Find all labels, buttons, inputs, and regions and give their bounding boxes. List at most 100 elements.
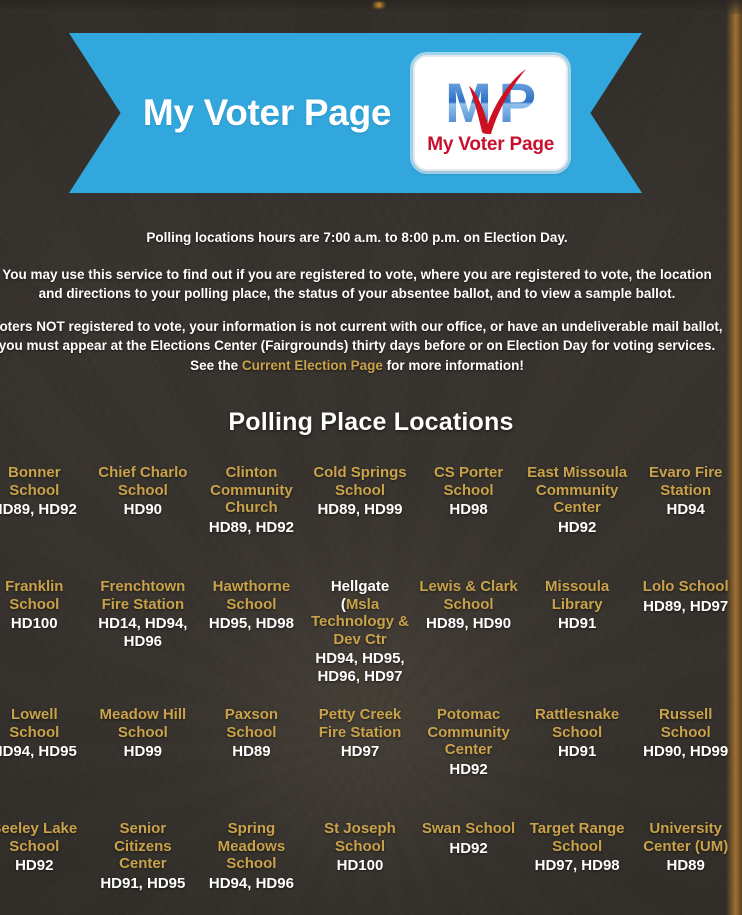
polling-place-link[interactable]: East Missoula Community Center	[527, 464, 628, 517]
polling-place-cell: Lolo School HD89, HD97	[633, 574, 738, 692]
polling-place-link[interactable]: Senior Citizens Center	[93, 820, 194, 873]
polling-place-link[interactable]: Frenchtown Fire Station	[93, 578, 194, 613]
polling-place-link[interactable]: Meadow Hill School	[93, 706, 194, 741]
mvp-logo-subtitle: My Voter Page	[427, 133, 555, 155]
polling-place-link[interactable]: Evaro Fire Station	[635, 464, 736, 499]
polling-place-heading: Polling Place Locations	[228, 408, 514, 436]
polling-place-link[interactable]: Target Range School	[527, 820, 628, 855]
polling-place-districts: HD92	[557, 518, 597, 536]
polling-place-cell: Paxson School HD89	[199, 702, 304, 806]
polling-place-cell: Missoula Library HD91	[525, 574, 630, 692]
polling-place-link[interactable]: Chief Charlo School	[93, 464, 194, 499]
polling-place-link[interactable]: Lewis & Clark School	[418, 578, 519, 613]
polling-place-link[interactable]: Paxson School	[201, 706, 302, 741]
polling-place-link[interactable]: Russell School	[635, 706, 736, 741]
polling-place-districts: HD89	[666, 857, 705, 875]
page-root: My Voter Page MP My Voter Page Polling l…	[0, 0, 742, 915]
polling-hours-text: Polling locations hours are 7:00 a.m. to…	[146, 230, 568, 245]
polling-place-districts: HD89, HD99	[317, 501, 403, 519]
polling-place-districts: HD94, HD95	[0, 743, 77, 761]
mvp-logo-mark: MP	[425, 68, 557, 134]
polling-place-link[interactable]: Lolo School	[635, 578, 736, 596]
polling-place-link[interactable]: Spring Meadows School	[201, 820, 302, 873]
polling-place-districts: HD97	[340, 743, 380, 761]
polling-place-cell: Hawthorne School HD95, HD98	[199, 574, 304, 692]
polling-place-link[interactable]: Swan School	[418, 820, 519, 838]
polling-place-districts: HD90	[123, 501, 163, 519]
header-ribbon: My Voter Page MP My Voter Page	[69, 33, 642, 193]
polling-place-link[interactable]: Clinton Community Church	[201, 464, 302, 517]
polling-place-districts: HD97, HD98	[534, 857, 620, 875]
polling-place-districts: HD89, HD92	[208, 518, 294, 536]
polling-place-link[interactable]: CS Porter School	[418, 464, 519, 499]
polling-place-districts: HD95, HD98	[208, 615, 294, 633]
polling-place-cell: Evaro Fire Station HD94	[633, 460, 738, 564]
polling-place-districts: HD90, HD99	[643, 743, 729, 761]
polling-place-districts: HD91	[557, 615, 597, 633]
polling-place-link[interactable]: Bonner School	[0, 464, 85, 499]
polling-place-link[interactable]: Cold Springs School	[310, 464, 411, 499]
polling-place-districts: HD100	[10, 615, 58, 633]
polling-place-cell: University Center (UM) HD89	[633, 816, 738, 915]
polling-place-cell: CS Porter School HD98	[416, 460, 521, 564]
polling-place-districts: HD94, HD95, HD96, HD97	[315, 650, 405, 686]
polling-place-link[interactable]: Hawthorne School	[201, 578, 302, 613]
polling-place-cell: Russell School HD90, HD99	[633, 702, 738, 806]
polling-place-cell: Potomac Community Center HD92	[416, 702, 521, 806]
polling-place-name-rest: Msla Technology & Dev Ctr	[310, 595, 410, 648]
polling-place-link[interactable]: Rattlesnake School	[527, 706, 628, 741]
polling-place-cell: Frenchtown Fire Station HD14, HD94, HD96	[91, 574, 196, 692]
polling-place-cell: Spring Meadows School HD94, HD96	[199, 816, 304, 915]
polling-place-cell: Lewis & Clark School HD89, HD90	[416, 574, 521, 692]
polling-place-districts: HD92	[449, 839, 488, 857]
polling-place-districts: HD89, HD92	[0, 501, 77, 519]
info-text-block: Polling locations hours are 7:00 a.m. to…	[0, 228, 728, 388]
polling-place-link[interactable]: St Joseph School	[310, 820, 411, 855]
polling-place-link[interactable]: Seeley Lake School	[0, 820, 85, 855]
polling-place-districts: HD89, HD90	[426, 615, 512, 633]
polling-place-link[interactable]: Franklin School	[0, 578, 85, 613]
polling-place-cell: Franklin School HD100	[0, 574, 87, 692]
polling-place-districts: HD100	[336, 857, 384, 875]
polling-place-districts: HD91, HD95	[100, 874, 186, 892]
polling-place-cell: Senior Citizens Center HD91, HD95	[91, 816, 196, 915]
voter-notice-suffix: for more information!	[382, 357, 524, 373]
polling-place-cell: Meadow Hill School HD99	[91, 702, 196, 806]
mvp-logo-letters: MP	[438, 74, 543, 131]
polling-place-cell: Petty Creek Fire Station HD97	[308, 702, 413, 806]
polling-place-districts: HD94	[666, 501, 705, 519]
current-election-page-link[interactable]: Current Election Page	[242, 358, 383, 373]
polling-place-link[interactable]: Hellgate (Msla Technology & Dev Ctr	[310, 578, 411, 648]
polling-place-districts: HD91	[557, 743, 597, 761]
polling-place-districts: HD94, HD96	[208, 874, 294, 892]
polling-place-cell: Seeley Lake School HD92	[0, 816, 87, 915]
mvp-logo: MP My Voter Page	[413, 55, 569, 171]
voter-notice-text: Voters NOT registered to vote, your info…	[0, 317, 724, 376]
ribbon-content: My Voter Page MP My Voter Page	[69, 33, 642, 193]
polling-place-districts: HD89, HD97	[643, 597, 729, 615]
polling-place-districts: HD92	[15, 857, 54, 875]
polling-place-link[interactable]: University Center (UM)	[635, 820, 736, 855]
polling-place-cell: Chief Charlo School HD90	[91, 460, 196, 564]
polling-place-cell: Swan School HD92	[416, 816, 521, 915]
polling-place-cell: Rattlesnake School HD91	[525, 702, 630, 806]
page-title: My Voter Page	[142, 92, 392, 133]
service-description-text: You may use this service to find out if …	[2, 266, 712, 302]
polling-place-link[interactable]: Missoula Library	[527, 578, 628, 613]
polling-place-districts: HD14, HD94, HD96	[98, 615, 188, 651]
polling-place-cell: Hellgate (Msla Technology & Dev Ctr HD94,…	[308, 574, 413, 692]
polling-place-cell: Bonner School HD89, HD92	[0, 460, 87, 564]
polling-place-link[interactable]: Petty Creek Fire Station	[310, 706, 411, 741]
polling-place-link[interactable]: Potomac Community Center	[418, 706, 519, 759]
polling-place-districts: HD99	[123, 743, 163, 761]
polling-place-districts: HD92	[449, 760, 488, 778]
polling-place-districts: HD89	[232, 743, 271, 761]
polling-place-grid: Bonner School HD89, HD92 Chief Charlo Scho…	[0, 460, 742, 915]
polling-place-cell: Cold Springs School HD89, HD99	[308, 460, 413, 564]
polling-place-link[interactable]: Lowell School	[0, 706, 85, 741]
polling-place-cell: Target Range School HD97, HD98	[525, 816, 630, 915]
polling-place-cell: East Missoula Community Center HD92	[525, 460, 630, 564]
polling-place-cell: St Joseph School HD100	[308, 816, 413, 915]
polling-place-cell: Lowell School HD94, HD95	[0, 702, 87, 806]
polling-place-districts: HD98	[449, 501, 488, 519]
